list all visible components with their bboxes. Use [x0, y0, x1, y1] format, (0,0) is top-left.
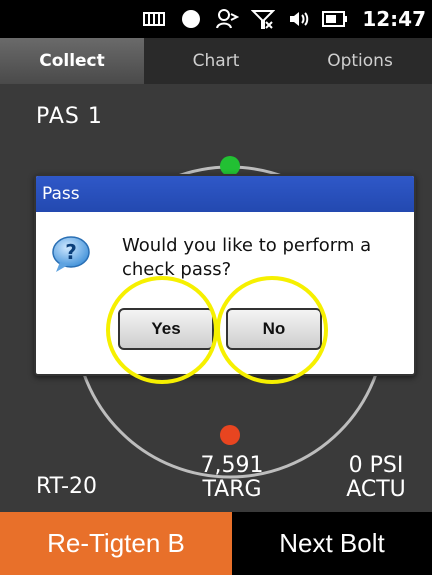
gauge-actual-marker	[220, 425, 240, 445]
retighten-button[interactable]: Re-Tigten B	[0, 512, 232, 575]
actual-readout: 0 PSI ACTU	[336, 454, 416, 502]
signal-off-icon	[250, 8, 276, 30]
status-icons: 12:47	[142, 6, 426, 32]
tab-bar: Collect Chart Options	[0, 38, 432, 84]
dialog-body: ? Would you like to perform a check pass…	[36, 212, 414, 372]
pass-dialog: Pass ? Would you like to perform a check…	[34, 174, 416, 376]
bottom-bar: Re-Tigten B Next Bolt	[0, 512, 432, 575]
actual-value: 0 PSI	[348, 453, 404, 478]
status-bar: 12:47	[0, 0, 432, 38]
speaker-icon	[286, 8, 312, 30]
dialog-message: Would you like to perform a check pass?	[122, 235, 372, 280]
target-value: 7,591	[200, 453, 264, 478]
tab-options[interactable]: Options	[288, 38, 432, 84]
yes-button[interactable]: Yes	[118, 308, 214, 350]
contacts-icon	[214, 8, 240, 30]
gauge-target-marker	[220, 156, 240, 176]
svg-text:?: ?	[65, 240, 77, 264]
battery-grid-icon	[142, 8, 168, 30]
status-time: 12:47	[362, 7, 426, 31]
target-label: TARG	[202, 477, 262, 502]
tab-chart[interactable]: Chart	[144, 38, 288, 84]
dialog-title: Pass	[36, 176, 414, 212]
question-icon: ?	[50, 234, 92, 276]
no-button[interactable]: No	[226, 308, 322, 350]
actual-label: ACTU	[346, 477, 406, 502]
tab-collect[interactable]: Collect	[0, 38, 144, 84]
battery-icon	[322, 8, 348, 30]
tool-readout: RT-20	[36, 474, 98, 499]
next-bolt-button[interactable]: Next Bolt	[232, 512, 432, 575]
target-readout: 7,591 TARG	[182, 454, 282, 502]
circle-icon	[178, 8, 204, 30]
